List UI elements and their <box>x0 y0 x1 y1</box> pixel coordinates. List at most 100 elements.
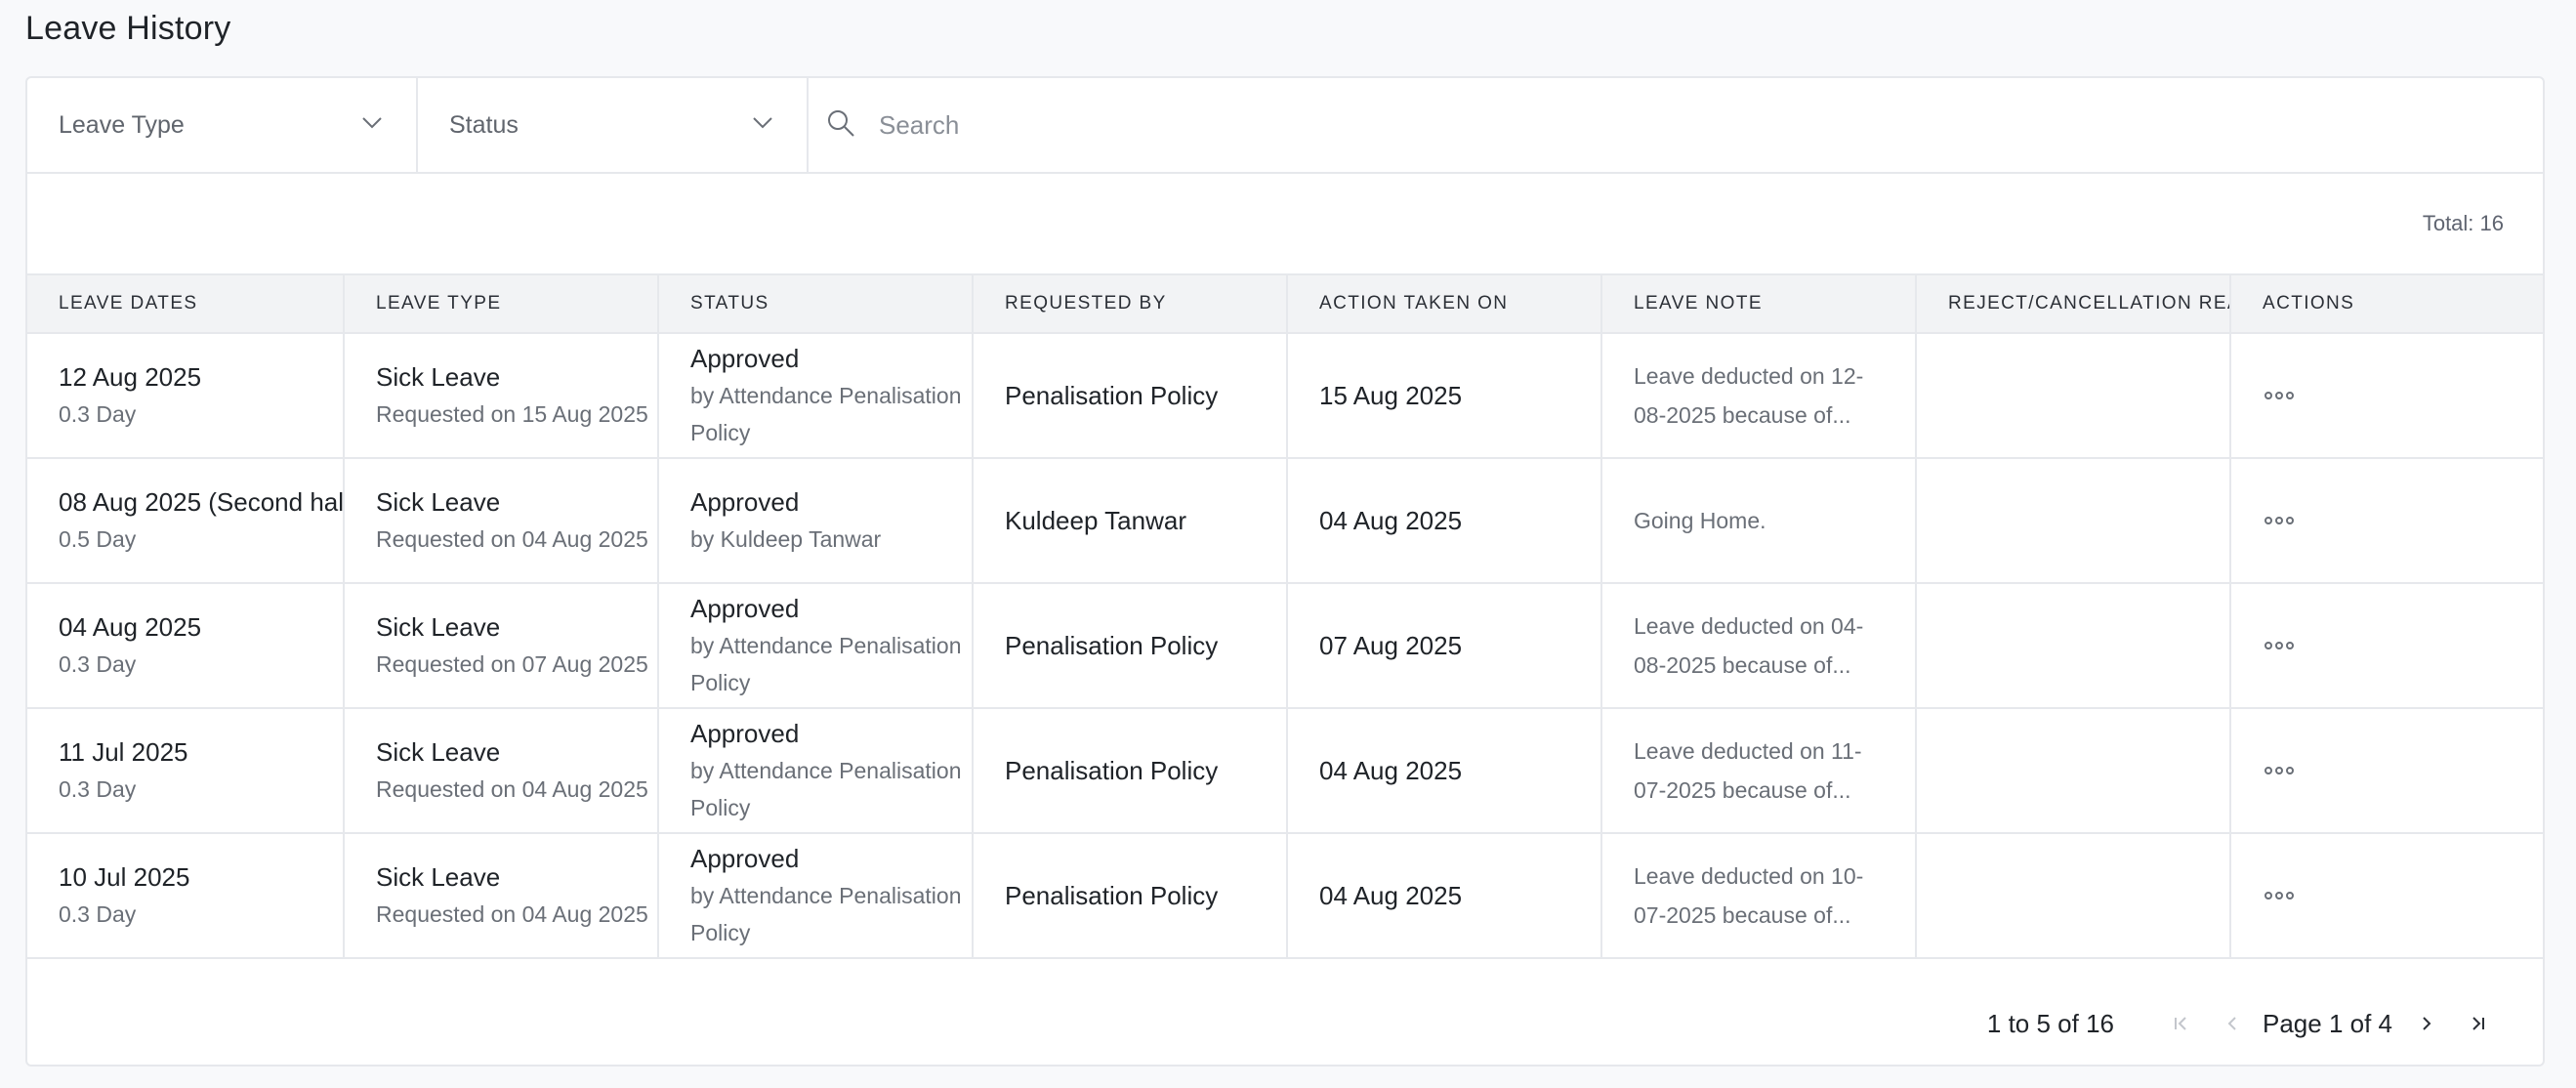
pagination: 1 to 5 of 16 Page 1 of 4 <box>1987 1004 2488 1043</box>
table-row: 10 Jul 2025 0.3 Day Sick Leave Requested o… <box>27 833 2543 959</box>
leave-type-cell: Sick Leave Requested on 04 Aug 2025 <box>344 833 659 959</box>
status-text: Approved <box>690 594 800 623</box>
requested-by: Kuldeep Tanwar <box>1005 506 1186 535</box>
requested-on: Requested on 07 Aug 2025 <box>376 651 648 677</box>
action-taken-cell: 04 Aug 2025 <box>1287 458 1602 584</box>
requested-on: Requested on 04 Aug 2025 <box>376 526 648 552</box>
leave-type-cell: Sick Leave Requested on 04 Aug 2025 <box>344 458 659 584</box>
action-taken-cell: 15 Aug 2025 <box>1287 333 1602 459</box>
filter-bar: Leave Type Status <box>27 78 2543 174</box>
more-horizontal-icon[interactable] <box>2263 636 2296 655</box>
leave-date: 11 Jul 2025 <box>59 737 188 767</box>
actions-cell <box>2230 333 2543 459</box>
status-cell: Approved by Attendance Penalisation Polic… <box>658 333 974 459</box>
leave-type-dropdown[interactable]: Leave Type <box>27 78 418 172</box>
column-header-leave-type[interactable]: LEAVE TYPE <box>344 273 659 334</box>
leave-dates-cell: 10 Jul 2025 0.3 Day <box>27 833 345 959</box>
pagination-range: 1 to 5 of 16 <box>1986 1008 2114 1038</box>
leave-note: Leave deducted on 04-08-2025 because of.… <box>1634 613 1864 678</box>
reject-reason-cell <box>1916 333 2231 459</box>
status-text: Approved <box>690 719 800 748</box>
requested-by: Penalisation Policy <box>1005 756 1219 785</box>
requested-by-cell: Penalisation Policy <box>973 708 1288 834</box>
leave-duration: 0.3 Day <box>59 901 137 927</box>
requested-by-cell: Penalisation Policy <box>973 583 1288 709</box>
status-cell: Approved by Attendance Penalisation Polic… <box>658 708 974 834</box>
column-header-leave-note[interactable]: LEAVE NOTE <box>1601 273 1917 334</box>
leave-type: Sick Leave <box>376 362 501 392</box>
requested-by-cell: Kuldeep Tanwar <box>973 458 1288 584</box>
search-input[interactable] <box>879 109 2425 141</box>
table-row: 08 Aug 2025 (Second half) 0.5 Day Sick Le… <box>27 458 2543 584</box>
leave-dates-cell: 08 Aug 2025 (Second half) 0.5 Day <box>27 458 345 584</box>
more-horizontal-icon[interactable] <box>2263 761 2296 780</box>
actions-cell <box>2230 458 2543 584</box>
status-by: by Attendance Penalisation Policy <box>690 383 962 445</box>
status-cell: Approved by Attendance Penalisation Polic… <box>658 833 974 959</box>
leave-type: Sick Leave <box>376 862 501 892</box>
column-header-reject-reason[interactable]: REJECT/CANCELLATION REASON <box>1916 273 2231 334</box>
total-count: Total: 16 <box>2422 211 2504 235</box>
last-page-icon[interactable] <box>2467 1013 2488 1034</box>
table-row: 11 Jul 2025 0.3 Day Sick Leave Requested o… <box>27 708 2543 834</box>
leave-date: 08 Aug 2025 (Second half) <box>59 487 344 517</box>
leave-table: LEAVE DATES LEAVE TYPE STATUS REQUESTED … <box>27 273 2543 959</box>
reject-reason-cell <box>1916 708 2231 834</box>
chevron-down-icon <box>361 116 383 135</box>
column-header-requested-by[interactable]: REQUESTED BY <box>973 273 1288 334</box>
leave-date: 04 Aug 2025 <box>59 612 202 642</box>
leave-dates-cell: 12 Aug 2025 0.3 Day <box>27 333 345 459</box>
prev-page-icon[interactable] <box>2222 1013 2243 1034</box>
requested-on: Requested on 04 Aug 2025 <box>376 901 648 927</box>
status-by: by Attendance Penalisation Policy <box>690 758 962 820</box>
requested-by-cell: Penalisation Policy <box>973 833 1288 959</box>
chevron-down-icon <box>752 116 773 135</box>
leave-type-dropdown-label: Leave Type <box>59 110 185 139</box>
first-page-icon[interactable] <box>2171 1013 2192 1034</box>
reject-reason-cell <box>1916 458 2231 584</box>
search-icon <box>826 108 879 143</box>
action-taken-cell: 04 Aug 2025 <box>1287 833 1602 959</box>
action-taken-on: 07 Aug 2025 <box>1319 631 1463 660</box>
leave-note-cell: Leave deducted on 10-07-2025 because of.… <box>1601 833 1917 959</box>
more-horizontal-icon[interactable] <box>2263 886 2296 905</box>
leave-type-cell: Sick Leave Requested on 04 Aug 2025 <box>344 708 659 834</box>
next-page-icon[interactable] <box>2416 1013 2437 1034</box>
leave-note-cell: Leave deducted on 04-08-2025 because of.… <box>1601 583 1917 709</box>
more-horizontal-icon[interactable] <box>2263 511 2296 530</box>
action-taken-cell: 04 Aug 2025 <box>1287 708 1602 834</box>
leave-type: Sick Leave <box>376 612 501 642</box>
action-taken-on: 15 Aug 2025 <box>1319 381 1463 410</box>
status-dropdown-label: Status <box>449 110 519 139</box>
action-taken-on: 04 Aug 2025 <box>1319 756 1463 785</box>
status-by: by Attendance Penalisation Policy <box>690 883 962 945</box>
leave-note-cell: Leave deducted on 11-07-2025 because of.… <box>1601 708 1917 834</box>
page-title: Leave History <box>25 10 231 47</box>
more-horizontal-icon[interactable] <box>2263 386 2296 405</box>
status-text: Approved <box>690 487 800 517</box>
requested-by: Penalisation Policy <box>1005 631 1219 660</box>
requested-on: Requested on 15 Aug 2025 <box>376 401 648 427</box>
leave-type: Sick Leave <box>376 487 501 517</box>
leave-note: Leave deducted on 12-08-2025 because of.… <box>1634 363 1864 428</box>
column-header-action-taken-on[interactable]: ACTION TAKEN ON <box>1287 273 1602 334</box>
reject-reason-cell <box>1916 583 2231 709</box>
search-box <box>809 78 2543 172</box>
status-text: Approved <box>690 344 800 373</box>
column-header-status[interactable]: STATUS <box>658 273 974 334</box>
status-text: Approved <box>690 844 800 873</box>
leave-dates-cell: 04 Aug 2025 0.3 Day <box>27 583 345 709</box>
leave-type: Sick Leave <box>376 737 501 767</box>
reject-reason-cell <box>1916 833 2231 959</box>
table-row: 04 Aug 2025 0.3 Day Sick Leave Requested o… <box>27 583 2543 709</box>
leave-duration: 0.3 Day <box>59 401 137 427</box>
status-cell: Approved by Kuldeep Tanwar <box>658 458 974 584</box>
leave-duration: 0.5 Day <box>59 526 137 552</box>
leave-type-cell: Sick Leave Requested on 15 Aug 2025 <box>344 333 659 459</box>
leave-date: 10 Jul 2025 <box>59 862 190 892</box>
status-dropdown[interactable]: Status <box>418 78 809 172</box>
status-by: by Kuldeep Tanwar <box>690 526 882 552</box>
status-by: by Attendance Penalisation Policy <box>690 633 962 695</box>
requested-by-cell: Penalisation Policy <box>973 333 1288 459</box>
column-header-leave-dates[interactable]: LEAVE DATES <box>27 273 345 334</box>
